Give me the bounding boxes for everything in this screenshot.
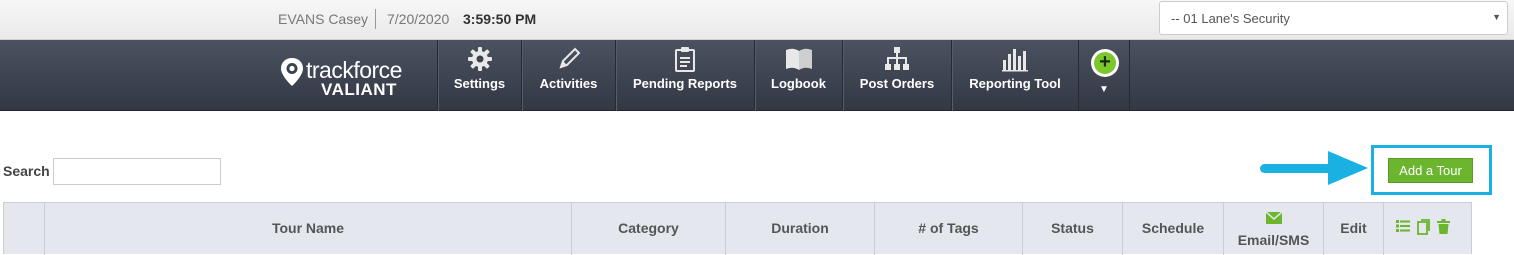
nav-add-menu[interactable]: + ▼ — [1078, 40, 1129, 111]
column-category[interactable]: Category — [572, 203, 726, 255]
nav-label: Reporting Tool — [969, 76, 1061, 91]
header-divider — [375, 9, 376, 29]
main-nav: trackforce VALIANT Settings Activities P… — [0, 40, 1514, 111]
site-select[interactable]: -- 01 Lane's Security ▼ — [1159, 1, 1508, 35]
current-time: 3:59:50 PM — [463, 11, 537, 27]
nav-label: Post Orders — [859, 76, 935, 91]
bar-chart-icon — [952, 46, 1078, 72]
location-pin-icon — [281, 58, 303, 86]
nav-divider — [1129, 40, 1130, 111]
list-icon[interactable] — [1396, 219, 1410, 238]
nav-label: Activities — [539, 76, 598, 91]
column-duration[interactable]: Duration — [726, 203, 875, 255]
top-bar: EVANS Casey 7/20/2020 3:59:50 PM -- 01 L… — [0, 0, 1514, 40]
chevron-down-icon: ▼ — [1099, 84, 1109, 95]
nav-pending-reports[interactable]: Pending Reports — [615, 40, 754, 111]
column-edit: Edit — [1324, 203, 1384, 255]
user-name: EVANS Casey — [278, 11, 368, 27]
logo-subtext: VALIANT — [321, 80, 397, 99]
envelope-icon — [1224, 211, 1323, 227]
add-tour-button[interactable]: Add a Tour — [1388, 158, 1473, 183]
tour-table-header: Tour Name Category Duration # of Tags St… — [3, 202, 1473, 255]
column-status[interactable]: Status — [1023, 203, 1123, 255]
book-icon — [755, 46, 842, 72]
search-label: Search — [3, 163, 50, 179]
trash-icon[interactable] — [1437, 219, 1450, 238]
current-date: 7/20/2020 — [387, 11, 450, 27]
column-schedule[interactable]: Schedule — [1123, 203, 1224, 255]
clipboard-icon — [616, 46, 754, 72]
search-input[interactable] — [53, 158, 221, 185]
trackforce-logo[interactable]: trackforce VALIANT — [279, 55, 419, 101]
nav-reporting-tool[interactable]: Reporting Tool — [951, 40, 1078, 111]
nav-label: Logbook — [771, 76, 826, 91]
nav-logbook[interactable]: Logbook — [754, 40, 842, 111]
column-tag-count[interactable]: # of Tags — [875, 203, 1023, 255]
copy-icon[interactable] — [1417, 219, 1430, 238]
nav-post-orders[interactable]: Post Orders — [842, 40, 951, 111]
gear-icon — [438, 46, 521, 72]
chevron-down-icon: ▼ — [1492, 12, 1501, 22]
org-chart-icon — [843, 46, 951, 72]
pencil-icon — [522, 46, 615, 72]
column-tour-name[interactable]: Tour Name — [45, 203, 572, 255]
nav-label: Settings — [453, 76, 506, 91]
nav-activities[interactable]: Activities — [521, 40, 615, 111]
column-select — [4, 203, 45, 255]
nav-label: Pending Reports — [632, 76, 737, 91]
site-select-value: -- 01 Lane's Security — [1171, 11, 1290, 26]
column-email-sms[interactable]: Email/SMS — [1224, 203, 1324, 255]
plus-circle-icon: + — [1091, 49, 1119, 77]
arrow-right-icon — [1260, 151, 1368, 185]
column-actions — [1384, 203, 1473, 255]
nav-settings[interactable]: Settings — [437, 40, 521, 111]
